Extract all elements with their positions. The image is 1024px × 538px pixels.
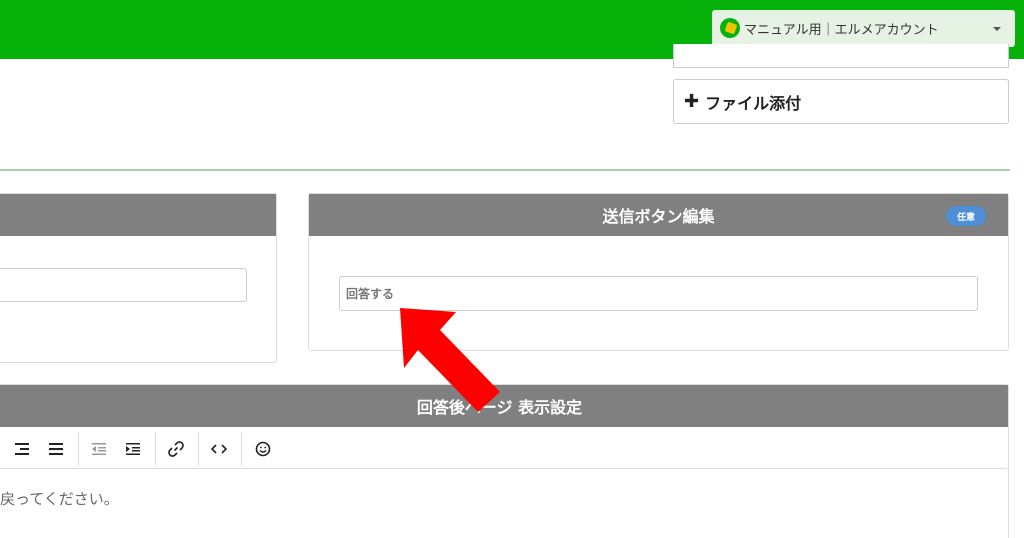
file-attach-label: ファイル添付	[705, 93, 802, 113]
account-logo-icon	[720, 18, 740, 38]
editor-toolbar	[0, 429, 1007, 469]
section-divider	[0, 169, 1010, 171]
code-icon[interactable]	[208, 438, 230, 460]
previous-field-box	[673, 44, 1009, 68]
toolbar-separator	[155, 432, 156, 466]
align-right-icon[interactable]	[11, 438, 33, 460]
file-attach-button[interactable]: ✚ ファイル添付	[673, 79, 1009, 124]
editor-content-text[interactable]: 戻ってください。	[0, 488, 119, 509]
plus-icon: ✚	[684, 91, 700, 112]
left-panel-header	[0, 194, 276, 236]
chevron-down-icon	[993, 27, 1001, 31]
link-icon[interactable]	[165, 438, 187, 460]
account-switcher[interactable]: マニュアル用｜エルメアカウント	[712, 10, 1015, 47]
smile-icon[interactable]	[252, 438, 274, 460]
indent-icon[interactable]	[122, 438, 144, 460]
left-panel-input[interactable]	[0, 268, 247, 302]
submit-panel-title: 送信ボタン編集	[602, 207, 715, 226]
outdent-icon[interactable]	[88, 438, 110, 460]
toolbar-separator	[241, 432, 242, 466]
toolbar-separator	[78, 432, 79, 466]
red-arrow-icon	[400, 308, 500, 412]
page-root: マニュアル用｜エルメアカウント ✚ ファイル添付 送信ボタン編集 任意 回答する…	[0, 0, 1024, 538]
justify-icon[interactable]	[45, 438, 67, 460]
submit-panel-header: 送信ボタン編集 任意	[309, 194, 1008, 236]
account-label: マニュアル用｜エルメアカウント	[744, 23, 939, 38]
optional-badge: 任意	[946, 206, 986, 226]
toolbar-separator	[198, 432, 199, 466]
